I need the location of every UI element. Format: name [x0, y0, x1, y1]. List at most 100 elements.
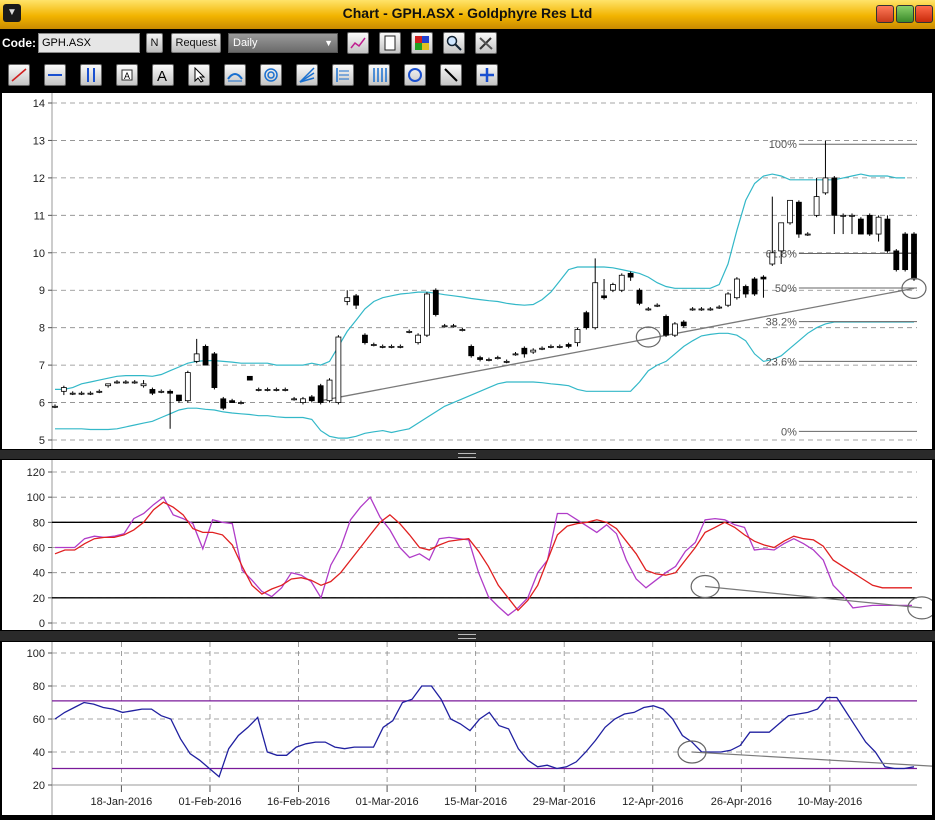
- candle: [229, 400, 236, 403]
- bollinger-lower-line: [55, 321, 914, 439]
- request-button[interactable]: Request: [171, 33, 221, 53]
- pointer-icon[interactable]: [188, 64, 210, 86]
- candle: [362, 334, 368, 344]
- y-tick-label: 11: [34, 210, 45, 222]
- candle: [486, 359, 492, 361]
- chart-style-icon[interactable]: [347, 32, 369, 54]
- fibonacci-time-icon[interactable]: [332, 64, 354, 86]
- x-tick-label: 12-Apr-2016: [622, 796, 683, 808]
- candle: [751, 278, 758, 295]
- y-tick-label: 100: [27, 492, 45, 504]
- candle: [645, 308, 652, 311]
- candle: [556, 345, 563, 348]
- candle: [875, 216, 882, 235]
- code-input[interactable]: GPH.ASX: [38, 33, 140, 53]
- fan-icon[interactable]: [296, 64, 318, 86]
- y-tick-label: 120: [27, 467, 45, 479]
- panel-divider[interactable]: [0, 450, 935, 459]
- candle: [140, 383, 147, 387]
- candle: [291, 398, 298, 401]
- x-tick-label: 10-May-2016: [797, 796, 862, 808]
- close-icon[interactable]: [915, 5, 933, 23]
- price-chart-panel[interactable]: 5 6 7 8 9 10 11 12 13 14 100% 61.8% 50% 38.2% 23.6% 0%: [2, 93, 932, 449]
- candle: [202, 345, 209, 366]
- candle: [831, 177, 838, 216]
- candle: [193, 353, 200, 362]
- svg-text:A: A: [124, 71, 130, 81]
- candle: [548, 345, 554, 348]
- x-tick-label: 15-Mar-2016: [444, 796, 507, 808]
- candle: [539, 347, 545, 350]
- candle: [87, 392, 94, 395]
- candle: [911, 233, 917, 280]
- x-tick-label: 01-Mar-2016: [356, 796, 419, 808]
- candle: [238, 402, 244, 404]
- text-icon[interactable]: A: [152, 64, 174, 86]
- y-tick-label: 60: [33, 543, 45, 555]
- candle: [105, 383, 112, 387]
- new-page-icon[interactable]: [379, 32, 401, 54]
- candle: [769, 252, 776, 265]
- horizontal-line-icon[interactable]: [44, 64, 66, 86]
- chevron-down-icon: ▼: [324, 38, 333, 48]
- candle: [592, 282, 599, 329]
- candle: [521, 347, 528, 355]
- candle: [583, 312, 590, 329]
- fibonacci-label: 38.2%: [766, 317, 797, 329]
- drawing-toolbar: A A: [0, 58, 935, 92]
- candle: [857, 218, 864, 235]
- colors-icon[interactable]: [411, 32, 433, 54]
- fibonacci-label: 50%: [775, 283, 797, 295]
- stochastic-panel[interactable]: 0 20 40 60 80 100 120: [2, 460, 935, 630]
- divider-grip[interactable]: [458, 634, 476, 639]
- candle: [344, 297, 351, 302]
- panel-divider[interactable]: [0, 631, 935, 641]
- rsi-chart[interactable]: 20 40 60 80 100 18-Jan-2016 01-Feb-2016 16-Feb-…: [2, 642, 935, 815]
- candle: [787, 199, 793, 224]
- candle: [122, 381, 129, 384]
- candle: [733, 278, 740, 299]
- price-chart[interactable]: 567891011121314100%61.8%50%38.2%23.6%0%: [2, 93, 932, 449]
- candle: [450, 325, 457, 328]
- candle: [300, 398, 306, 403]
- fibonacci-retracement-icon[interactable]: [224, 64, 246, 86]
- rsi-line: [54, 685, 915, 778]
- line-tool-icon[interactable]: [8, 64, 30, 86]
- fibonacci-circle-icon[interactable]: [260, 64, 282, 86]
- window-title: Chart - GPH.ASX - Goldphyre Res Ltd: [342, 5, 593, 21]
- x-tick-label: 01-Feb-2016: [178, 796, 241, 808]
- tools-icon[interactable]: [475, 32, 497, 54]
- crosshair-icon[interactable]: [476, 64, 498, 86]
- candle: [184, 372, 191, 402]
- candle: [96, 390, 103, 393]
- candle: [902, 233, 909, 271]
- rsi-panel[interactable]: 20 40 60 80 100 18-Jan-2016 01-Feb-2016 16-Feb-…: [2, 642, 935, 815]
- candle: [149, 389, 156, 394]
- fibonacci-label: 0%: [781, 426, 797, 438]
- fibonacci-label: 100%: [769, 139, 797, 151]
- candle: [795, 201, 802, 235]
- n-button[interactable]: N: [146, 33, 163, 53]
- arrow-line-icon[interactable]: [440, 64, 462, 86]
- candle: [167, 390, 174, 394]
- minimize-icon[interactable]: [876, 5, 894, 23]
- y-tick-label: 12: [33, 173, 45, 185]
- interval-select[interactable]: Daily ▼: [228, 33, 338, 53]
- stochastic-chart[interactable]: 0 20 40 60 80 100 120: [2, 460, 935, 630]
- text-note-icon[interactable]: A: [116, 64, 138, 86]
- code-label: Code:: [2, 36, 36, 50]
- vertical-line-icon[interactable]: [80, 64, 102, 86]
- candle: [415, 334, 421, 344]
- candle: [698, 308, 705, 311]
- gann-icon[interactable]: [368, 64, 390, 86]
- divider-grip[interactable]: [458, 453, 476, 458]
- circle-icon[interactable]: [404, 64, 426, 86]
- highlight-circle: [690, 574, 720, 599]
- candle: [530, 349, 537, 353]
- y-tick-label: 60: [33, 714, 45, 726]
- y-tick-label: 100: [27, 648, 45, 660]
- candle: [866, 214, 873, 235]
- maximize-icon[interactable]: [896, 5, 914, 23]
- candle: [503, 360, 510, 363]
- zoom-icon[interactable]: [443, 32, 465, 54]
